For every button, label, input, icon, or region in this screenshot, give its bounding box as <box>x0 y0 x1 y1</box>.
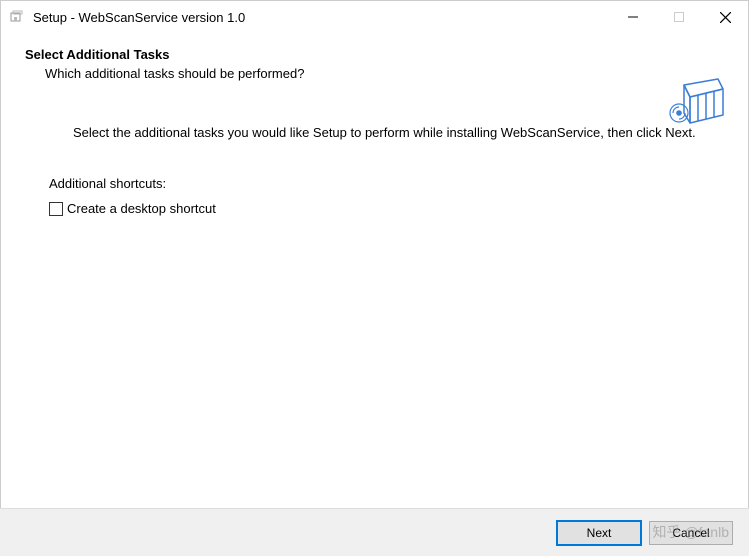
page-title: Select Additional Tasks <box>25 47 724 62</box>
checkbox-row[interactable]: Create a desktop shortcut <box>49 201 724 216</box>
minimize-button[interactable] <box>610 1 656 33</box>
maximize-button <box>656 1 702 33</box>
next-button[interactable]: Next <box>557 521 641 545</box>
cancel-button[interactable]: Cancel <box>649 521 733 545</box>
package-icon <box>668 71 726 132</box>
wizard-content: Select the additional tasks you would li… <box>1 105 748 216</box>
window-title: Setup - WebScanService version 1.0 <box>33 10 610 25</box>
installer-icon <box>9 9 25 25</box>
instruction-text: Select the additional tasks you would li… <box>49 125 724 140</box>
checkbox-label: Create a desktop shortcut <box>67 201 216 216</box>
window-controls <box>610 1 748 33</box>
close-button[interactable] <box>702 1 748 33</box>
wizard-footer: Next Cancel <box>0 508 749 556</box>
section-label: Additional shortcuts: <box>49 176 724 191</box>
desktop-shortcut-checkbox[interactable] <box>49 202 63 216</box>
wizard-header: Select Additional Tasks Which additional… <box>1 33 748 105</box>
titlebar: Setup - WebScanService version 1.0 <box>1 1 748 33</box>
page-subtitle: Which additional tasks should be perform… <box>45 66 724 81</box>
